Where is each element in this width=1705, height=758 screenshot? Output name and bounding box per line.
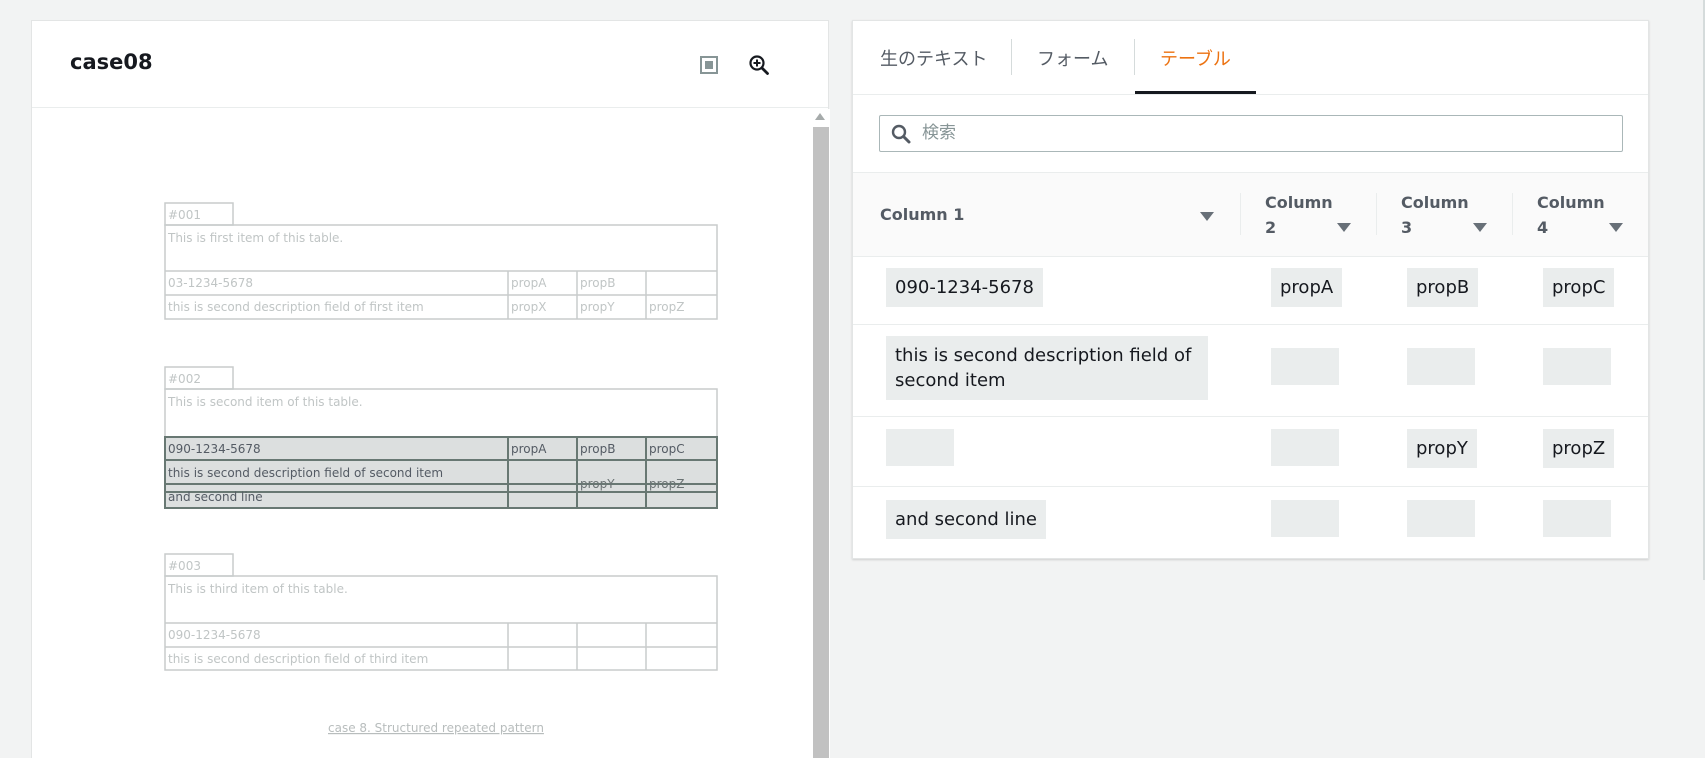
table-cell[interactable]: 090-1234-5678 [886,268,1043,307]
table-header: Column 1 Column 2 Column 3 Column 4 [853,172,1648,257]
table-cell[interactable]: this is second description field of seco… [886,336,1208,400]
document-page: #001 This is first item of this table. 0… [32,109,808,758]
table-row: propY propZ [853,417,1648,487]
tab-divider [1011,39,1012,75]
table-cell[interactable]: propZ [1543,429,1615,468]
active-tab-indicator [1135,91,1256,94]
scroll-thumb[interactable] [813,127,829,758]
doc-cell: this is second description field of firs… [168,300,424,314]
doc-cell: propY [580,477,615,491]
table-row: and second line [853,487,1648,558]
column-divider [1376,193,1377,235]
table-row: this is second description field of seco… [853,325,1648,417]
doc-item-3: #003 This is third item of this table. 0… [164,553,718,671]
result-tabs: 生のテキスト フォーム テーブル [853,21,1648,95]
fit-page-icon[interactable] [696,52,722,78]
document-title: case08 [70,50,153,74]
doc-item-id: #001 [168,208,201,222]
doc-item-id: #002 [168,372,201,386]
preview-scrollbar[interactable] [810,109,830,758]
table-cell[interactable]: propC [1543,268,1615,307]
doc-cell: propY [580,300,615,314]
table-cell[interactable] [1543,348,1611,385]
doc-cell: this is second description field of seco… [168,466,443,480]
column-divider [1240,193,1241,235]
doc-item-description: This is second item of this table. [167,395,363,409]
table-cell[interactable]: propA [1271,268,1343,307]
table-row: 090-1234-5678 propA propB propC [853,257,1648,325]
doc-item-description: This is third item of this table. [167,582,348,596]
table-cell[interactable] [1407,348,1475,385]
tab-divider [1134,39,1135,75]
table-cell[interactable] [1271,429,1339,466]
doc-item-description: This is first item of this table. [167,231,343,245]
column-divider [1512,193,1513,235]
tab-raw-text[interactable]: 生のテキスト [880,45,987,71]
table-cell[interactable] [1271,348,1339,385]
doc-cell: propB [580,442,615,456]
table-cell[interactable] [1407,500,1475,537]
table-cell[interactable] [1543,500,1611,537]
search-input[interactable] [922,119,1612,147]
table-cell[interactable]: propY [1407,429,1477,468]
doc-item-id: #003 [168,559,201,573]
doc-cell: propB [580,276,615,290]
search-area [853,96,1648,172]
search-icon [891,124,911,144]
column-header-4[interactable]: Column 4 [1537,190,1605,240]
zoom-in-icon[interactable] [746,52,772,78]
doc-cell: 03-1234-5678 [168,276,253,290]
column-header-3[interactable]: Column 3 [1401,190,1469,240]
tab-tables[interactable]: テーブル [1160,45,1231,71]
column-header-2[interactable]: Column 2 [1265,190,1333,240]
document-preview-panel: case08 #001 This is first item of this t… [31,20,830,758]
doc-cell: propX [511,300,546,314]
doc-cell: propZ [649,477,684,491]
document-svg: #001 This is first item of this table. 0… [164,202,718,735]
doc-cell: propZ [649,300,684,314]
sort-caret-icon[interactable] [1473,223,1487,232]
table-cell[interactable]: and second line [886,500,1046,539]
preview-header: case08 [32,21,828,108]
doc-cell: and second line [168,490,263,504]
doc-cell: propA [511,276,547,290]
doc-cell: 090-1234-5678 [168,442,261,456]
results-panel: 生のテキスト フォーム テーブル Column 1 Column 2 Colum… [852,20,1649,559]
tab-forms[interactable]: フォーム [1037,45,1108,71]
sort-caret-icon[interactable] [1200,212,1214,221]
doc-cell: propA [511,442,547,456]
table-cell[interactable]: propB [1407,268,1479,307]
column-header-1[interactable]: Column 1 [880,202,964,227]
sort-caret-icon[interactable] [1337,223,1351,232]
doc-item-1: #001 This is first item of this table. 0… [164,202,718,320]
scroll-up-arrow[interactable] [815,113,825,120]
document-caption: case 8. Structured repeated pattern [328,721,544,735]
doc-item-2: #002 This is second item of this table. … [164,366,718,509]
sort-caret-icon[interactable] [1609,223,1623,232]
doc-cell: propC [649,442,685,456]
doc-cell: 090-1234-5678 [168,628,261,642]
table-cell[interactable] [886,429,954,466]
table-cell[interactable] [1271,500,1339,537]
search-box[interactable] [879,115,1623,152]
doc-cell: this is second description field of thir… [168,652,428,666]
